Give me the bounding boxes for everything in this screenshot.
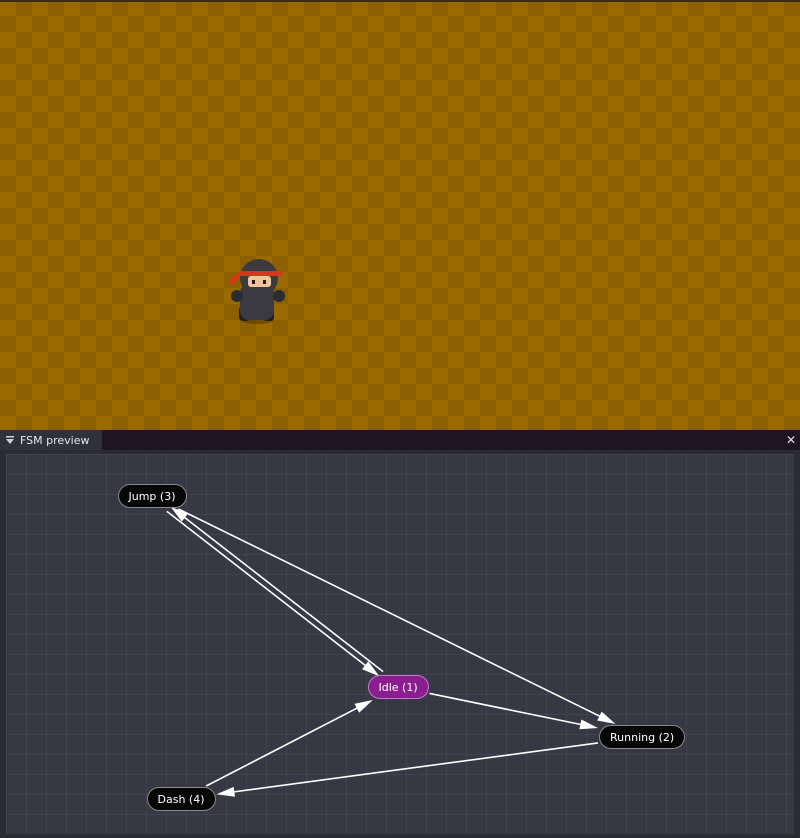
fsm-preview-panel: FSM preview ✕ Jump (3) Idle (1) Running … — [0, 430, 800, 838]
transition-running-to-dash — [226, 742, 599, 794]
tab-fsm-preview[interactable]: FSM preview — [0, 430, 102, 450]
arrowhead-dash-to-idle — [354, 700, 373, 713]
fsm-graph-canvas[interactable]: Jump (3) Idle (1) Running (2) Dash (4) — [6, 454, 794, 834]
ninja-player-sprite — [229, 259, 285, 324]
arrowhead-jump-to-idle — [362, 661, 380, 677]
arrowhead-idle-to-running — [579, 719, 598, 730]
close-icon[interactable]: ✕ — [782, 430, 800, 450]
arrowhead-jump-to-running — [597, 711, 616, 724]
collapse-triangle-icon[interactable] — [0, 430, 20, 450]
fsm-node-jump[interactable]: Jump (3) — [117, 484, 187, 508]
transition-jump-to-idle — [166, 510, 373, 671]
viewport-border — [0, 0, 800, 2]
fsm-node-running[interactable]: Running (2) — [599, 725, 686, 749]
fsm-node-idle[interactable]: Idle (1) — [367, 675, 429, 699]
arrowhead-running-to-dash — [216, 786, 236, 797]
panel-title: FSM preview — [20, 433, 90, 447]
game-viewport — [0, 0, 800, 430]
transition-dash-to-idle — [205, 703, 365, 787]
transition-idle-to-jump — [177, 512, 384, 673]
panel-tab-bar: FSM preview ✕ — [0, 430, 800, 450]
fsm-node-dash[interactable]: Dash (4) — [146, 787, 216, 811]
fsm-transition-edges — [166, 506, 616, 797]
close-icon-glyph: ✕ — [785, 433, 797, 447]
